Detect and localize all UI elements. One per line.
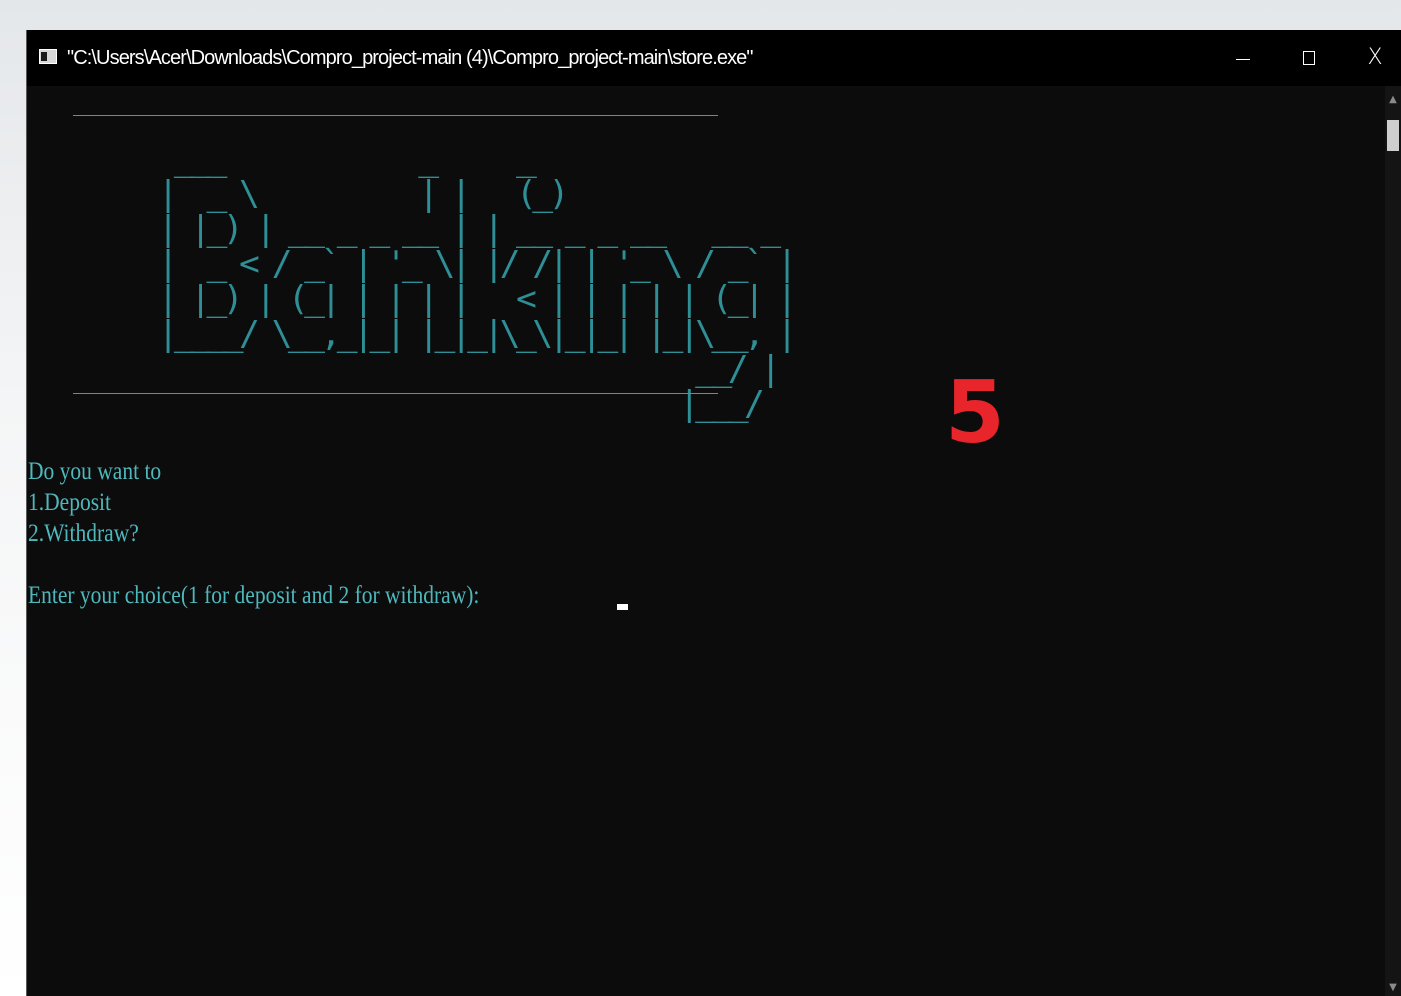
- banner-bottom-rule: [73, 393, 718, 394]
- option-deposit: 1.Deposit: [28, 489, 112, 516]
- minimize-icon: [1236, 58, 1250, 60]
- console-output[interactable]: ___ _ _ | _ \ | | (_) | |_) | __ _ _ __ …: [27, 86, 1385, 996]
- console-app-icon[interactable]: [39, 49, 57, 64]
- text-cursor[interactable]: [617, 604, 628, 610]
- option-withdraw: 2.Withdraw?: [28, 520, 139, 547]
- close-icon: X: [1367, 45, 1383, 70]
- minimize-button[interactable]: [1210, 30, 1276, 86]
- banner-top-rule: [73, 115, 718, 116]
- prompt-question: Do you want to: [28, 458, 162, 485]
- scroll-up-arrow-icon[interactable]: ▲: [1385, 92, 1401, 108]
- scrollbar-thumb[interactable]: [1387, 120, 1399, 151]
- window-title: "C:\Users\Acer\Downloads\Compro_project-…: [67, 47, 753, 69]
- banking-ascii-banner: ___ _ _ | _ \ | | (_) | |_) | __ _ _ __ …: [157, 139, 798, 424]
- title-bar[interactable]: "C:\Users\Acer\Downloads\Compro_project-…: [27, 30, 1401, 86]
- maximize-button[interactable]: [1276, 30, 1342, 86]
- step-number-annotation: 5: [945, 363, 1005, 463]
- console-window[interactable]: "C:\Users\Acer\Downloads\Compro_project-…: [27, 30, 1401, 996]
- scroll-down-arrow-icon[interactable]: ▼: [1385, 982, 1401, 994]
- vertical-scrollbar[interactable]: ▲ ▼: [1385, 86, 1401, 996]
- choice-prompt: Enter your choice(1 for deposit and 2 fo…: [28, 582, 480, 609]
- maximize-icon: [1303, 51, 1315, 65]
- close-button[interactable]: X: [1342, 30, 1401, 86]
